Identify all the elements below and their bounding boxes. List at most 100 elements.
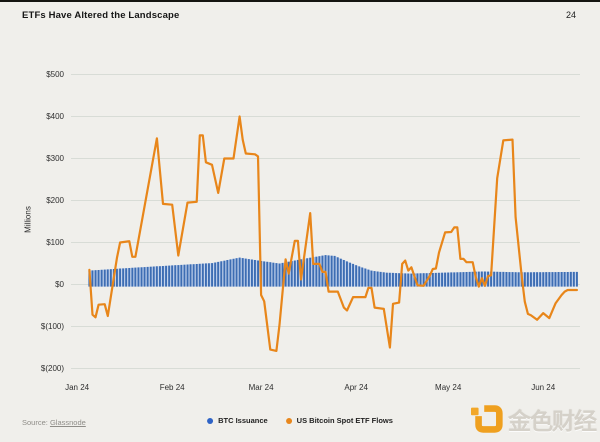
legend-item-etf-flows: US Bitcoin Spot ETF Flows: [286, 416, 393, 425]
source-credit: Source: Glassnode: [22, 418, 86, 427]
btc-issuance-bar: [493, 272, 495, 287]
btc-issuance-bar: [214, 263, 216, 287]
btc-issuance-bar: [159, 266, 161, 286]
btc-issuance-bar: [555, 272, 557, 287]
source-link[interactable]: Glassnode: [50, 418, 86, 427]
btc-issuance-bar: [570, 272, 572, 287]
btc-issuance-bar: [386, 273, 388, 287]
btc-issuance-bar: [266, 262, 268, 287]
btc-issuance-bar: [361, 268, 363, 287]
btc-issuance-bar: [297, 260, 299, 287]
btc-issuance-bar: [337, 257, 339, 286]
btc-issuance-bar: [545, 272, 547, 287]
btc-issuance-bar: [174, 265, 176, 286]
btc-issuance-bar: [469, 272, 471, 287]
btc-issuance-bar: [552, 272, 554, 287]
btc-issuance-bar: [576, 272, 578, 287]
btc-issuance-bar: [518, 272, 520, 286]
legend-dot-etf-flows: [286, 418, 292, 424]
btc-issuance-bar: [138, 267, 140, 286]
btc-issuance-bar: [392, 273, 394, 287]
btc-issuance-bar: [236, 258, 238, 286]
btc-issuance-bar: [404, 273, 406, 286]
btc-issuance-bar: [101, 270, 103, 287]
btc-issuance-bar: [349, 263, 351, 287]
y-tick-label: $(100): [41, 322, 64, 331]
btc-issuance-bar: [318, 256, 320, 287]
y-tick-label: $300: [46, 154, 64, 163]
btc-issuance-bar: [527, 272, 529, 286]
btc-issuance-bar: [147, 267, 149, 287]
y-tick-label: $0: [55, 280, 64, 289]
btc-issuance-bar: [456, 272, 458, 286]
btc-issuance-bar: [561, 272, 563, 287]
legend-item-btc-issuance: BTC Issuance: [207, 416, 268, 425]
x-tick-label: Jun 24: [531, 383, 556, 392]
btc-issuance-bar: [410, 274, 412, 287]
btc-issuance-bar: [251, 260, 253, 287]
btc-issuance-bar: [438, 273, 440, 287]
btc-issuance-bar: [539, 272, 541, 286]
btc-issuance-bar: [506, 272, 508, 287]
btc-issuance-bar: [352, 264, 354, 287]
x-tick-label: May 24: [435, 383, 462, 392]
btc-issuance-bar: [499, 272, 501, 287]
btc-issuance-bar: [125, 268, 127, 286]
btc-issuance-bar: [276, 263, 278, 287]
btc-issuance-bar: [199, 264, 201, 287]
btc-issuance-bar: [453, 272, 455, 286]
btc-issuance-bar: [444, 273, 446, 287]
btc-issuance-bar: [530, 272, 532, 286]
btc-issuance-bar: [460, 272, 462, 286]
btc-issuance-bar: [377, 272, 379, 287]
btc-issuance-bar: [171, 265, 173, 286]
btc-issuance-bar: [205, 263, 207, 286]
btc-issuance-bar: [279, 264, 281, 287]
source-prefix: Source:: [22, 418, 48, 427]
etf-flows-chart: $500$400$300$200$100$0$(100)$(200)Jan 24…: [0, 2, 600, 442]
chart-legend: BTC Issuance US Bitcoin Spot ETF Flows: [207, 416, 393, 425]
btc-issuance-bar: [153, 267, 155, 287]
btc-issuance-bar: [346, 261, 348, 286]
y-tick-label: $(200): [41, 364, 64, 373]
btc-issuance-bar: [331, 256, 333, 287]
btc-issuance-bar: [463, 272, 465, 287]
btc-issuance-bar: [168, 266, 170, 287]
btc-issuance-bar: [202, 264, 204, 287]
btc-issuance-bar: [110, 269, 112, 286]
btc-issuance-bar: [355, 265, 357, 286]
btc-issuance-bar: [263, 261, 265, 286]
btc-issuance-bar: [187, 265, 189, 287]
x-tick-label: Feb 24: [160, 383, 185, 392]
jinse-logo-icon: [471, 402, 505, 436]
btc-issuance-bar: [512, 272, 514, 287]
btc-issuance-bar: [131, 268, 133, 287]
btc-issuance-bar: [380, 272, 382, 287]
btc-issuance-bar: [368, 270, 370, 287]
btc-issuance-bar: [177, 265, 179, 287]
btc-issuance-bar: [128, 268, 130, 287]
jinse-watermark: 金色财经: [471, 402, 596, 436]
jinse-watermark-text: 金色财经: [508, 402, 596, 436]
btc-issuance-bar: [466, 272, 468, 287]
btc-issuance-bar: [294, 261, 296, 287]
btc-issuance-bar: [104, 270, 106, 287]
btc-issuance-bar: [450, 272, 452, 286]
btc-issuance-bar: [374, 271, 376, 287]
btc-issuance-bar: [193, 264, 195, 286]
btc-issuance-bar: [165, 266, 167, 287]
report-slide: ETFs Have Altered the Landscape 24 $500$…: [0, 0, 600, 442]
etf-flows-line: [89, 117, 577, 351]
btc-issuance-bar: [217, 262, 219, 287]
btc-issuance-bar: [542, 272, 544, 286]
btc-issuance-bar: [472, 272, 474, 287]
btc-issuance-bar: [98, 270, 100, 287]
y-tick-label: $500: [46, 70, 64, 79]
btc-issuance-bar: [395, 273, 397, 287]
btc-issuance-bar: [150, 267, 152, 287]
btc-issuance-bar: [536, 272, 538, 286]
btc-issuance-bar: [548, 272, 550, 287]
x-tick-label: Jan 24: [65, 383, 90, 392]
btc-issuance-bar: [230, 259, 232, 286]
btc-issuance-bar: [364, 269, 366, 287]
